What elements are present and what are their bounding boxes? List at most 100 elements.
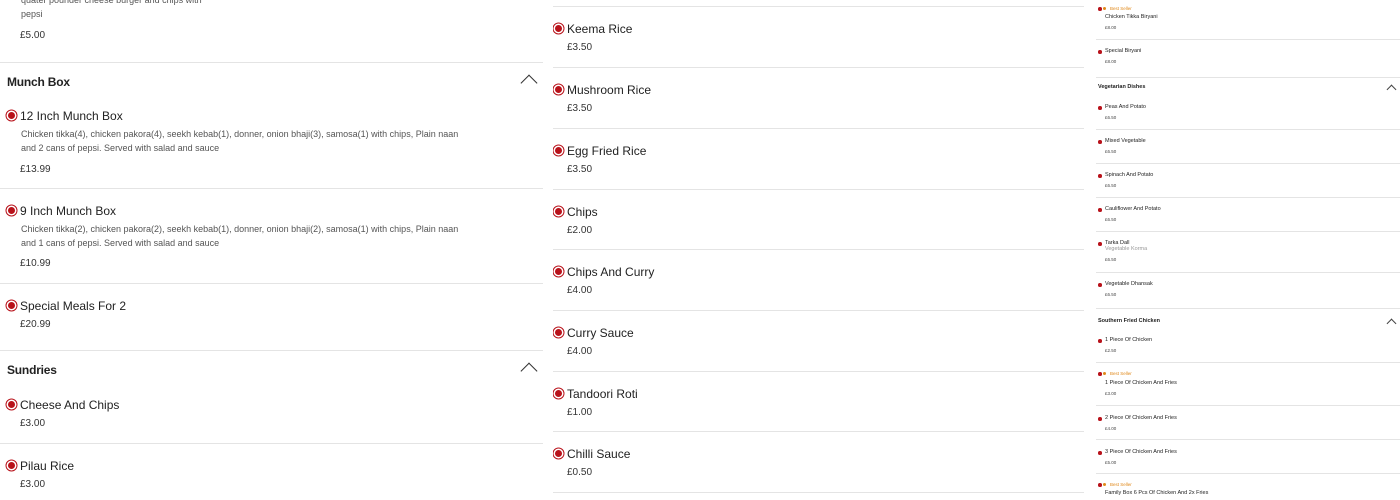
item-name: Chilli Sauce	[567, 447, 631, 461]
item-price: £6.50	[1105, 217, 1117, 222]
menu-item[interactable]: Chips And Curry £4.00	[553, 256, 1084, 310]
item-price: £2.00	[567, 225, 593, 236]
item-description: Chicken tikka(4), chicken pakora(4), see…	[21, 129, 459, 153]
menu-item[interactable]: Mushroom Rice £3.50	[553, 74, 1084, 128]
menu-item[interactable]: Tandoori Roti £1.00	[553, 378, 1084, 432]
item-price: £13.99	[20, 164, 51, 175]
chevron-up-icon[interactable]	[1386, 318, 1397, 329]
menu-item-top[interactable]: quater pounder cheese burger and chips w…	[0, 0, 543, 62]
divider	[553, 128, 1084, 129]
menu-item[interactable]: Pilau Rice £3.00	[0, 450, 543, 500]
menu-item[interactable]: Chips £2.00	[553, 196, 1084, 250]
divider	[553, 67, 1084, 68]
menu-item[interactable]: 9 Inch Munch Box Chicken tikka(2), chick…	[0, 195, 543, 283]
divider	[0, 188, 543, 189]
menu-item[interactable]: Best Seller Chicken Tikka Biryani £8.00	[1096, 3, 1400, 39]
item-name: Chips	[567, 205, 598, 219]
item-price: £6.50	[1105, 149, 1117, 154]
divider	[1096, 197, 1400, 198]
menu-item[interactable]: Egg Fried Rice £3.50	[553, 135, 1084, 189]
red-dot-icon	[555, 268, 562, 275]
menu-item[interactable]: Chilli Sauce £0.50	[553, 438, 1084, 492]
red-dot-icon	[8, 302, 15, 309]
best-seller-badge: Best Seller	[1110, 371, 1132, 376]
red-dot-icon	[1098, 339, 1102, 343]
category-header-munch-box[interactable]: Munch Box	[0, 63, 543, 99]
red-dot-icon	[1098, 283, 1102, 287]
best-seller-badge: Best Seller	[1110, 6, 1132, 11]
divider	[0, 283, 543, 284]
category-title: Sundries	[7, 363, 57, 377]
menu-item[interactable]: Vegetable Dhansak £6.50	[1096, 276, 1400, 306]
chevron-up-icon[interactable]	[520, 74, 538, 92]
divider	[553, 249, 1084, 250]
red-dot-icon	[1098, 174, 1102, 178]
category-header-vegetarian[interactable]: Vegetarian Dishes	[1096, 78, 1400, 98]
best-seller-badge: Best Seller	[1110, 482, 1132, 487]
menu-item[interactable]: Mixed Vegetable £6.50	[1096, 133, 1400, 163]
category-title: Munch Box	[7, 75, 70, 89]
item-price: £6.50	[1105, 115, 1117, 120]
menu-item[interactable]: Keema Rice £3.50	[553, 13, 1084, 67]
item-price: £2.50	[1105, 348, 1117, 353]
divider	[1096, 362, 1400, 363]
divider	[553, 6, 1084, 7]
menu-item[interactable]: 2 Piece Of Chicken And Fries £4.00	[1096, 411, 1400, 441]
item-name: Mixed Vegetable	[1105, 138, 1146, 144]
menu-column-right: Best Seller Chicken Tikka Biryani £8.00 …	[1096, 0, 1400, 500]
red-dot-icon	[1098, 242, 1102, 246]
item-price: £4.00	[567, 285, 593, 296]
menu-item[interactable]: Special Biryani £8.00	[1096, 45, 1400, 77]
chevron-up-icon[interactable]	[1386, 84, 1397, 95]
item-name: Cheese And Chips	[20, 398, 120, 412]
menu-item[interactable]: Cheese And Chips £3.00	[0, 389, 543, 443]
menu-item[interactable]: Tarka Dall Vegetable Korma £6.50	[1096, 235, 1400, 271]
red-dot-icon	[555, 329, 562, 336]
item-price: £6.50	[1105, 183, 1117, 188]
red-dot-icon	[8, 462, 15, 469]
item-name: Vegetable Dhansak	[1105, 281, 1153, 287]
item-description: quater pounder cheese burger and chips w…	[21, 0, 202, 19]
red-dot-icon	[1098, 483, 1102, 487]
item-price: £5.00	[1105, 460, 1117, 465]
item-name: Family Box 6 Pcs Of Chicken And 2x Fries	[1105, 490, 1209, 496]
divider	[0, 443, 543, 444]
red-dot-icon	[8, 207, 15, 214]
category-title: Southern Fried Chicken	[1098, 318, 1161, 324]
menu-item[interactable]: Peas And Potato £6.50	[1096, 99, 1400, 129]
item-price: £8.00	[1105, 59, 1117, 64]
item-price: £1.00	[567, 407, 593, 418]
menu-item[interactable]: Cauliflower And Potato £6.50	[1096, 201, 1400, 231]
red-dot-icon	[555, 450, 562, 457]
item-price: £4.00	[567, 346, 593, 357]
item-name: Chips And Curry	[567, 265, 655, 279]
red-dot-icon	[555, 25, 562, 32]
menu-column-middle: Keema Rice £3.50 Mushroom Rice £3.50 Egg…	[553, 0, 1084, 500]
divider	[1096, 129, 1400, 130]
menu-item[interactable]: Spinach And Potato £6.50	[1096, 167, 1400, 197]
menu-item[interactable]: 12 Inch Munch Box Chicken tikka(4), chic…	[0, 100, 543, 188]
item-price: £3.50	[567, 42, 593, 53]
red-dot-icon	[555, 390, 562, 397]
menu-item[interactable]: Curry Sauce £4.00	[553, 317, 1084, 371]
red-dot-icon	[1098, 106, 1102, 110]
menu-item[interactable]: Special Meals For 2 £20.99	[0, 290, 543, 350]
chevron-up-icon[interactable]	[520, 362, 538, 380]
menu-item[interactable]: 1 Piece Of Chicken £2.50	[1096, 333, 1400, 363]
item-name-overlap: Vegetable Korma	[1105, 246, 1148, 252]
menu-item[interactable]: 3 Piece Of Chicken And Fries £5.00	[1096, 445, 1400, 475]
menu-item[interactable]: Best Seller Family Box 6 Pcs Of Chicken …	[1096, 479, 1400, 500]
divider	[1096, 473, 1400, 474]
menu-item[interactable]: Best Seller 1 Piece Of Chicken And Fries…	[1096, 368, 1400, 406]
item-name: Cauliflower And Potato	[1105, 206, 1161, 212]
item-price: £10.99	[20, 258, 51, 269]
red-dot-icon	[8, 112, 15, 119]
red-dot-icon	[555, 208, 562, 215]
item-name: Special Biryani	[1105, 48, 1142, 54]
red-dot-icon	[8, 401, 15, 408]
divider	[553, 431, 1084, 432]
category-header-southern-fried-chicken[interactable]: Southern Fried Chicken	[1096, 310, 1400, 332]
category-header-sundries[interactable]: Sundries	[0, 351, 543, 387]
divider	[1096, 231, 1400, 232]
item-name: 3 Piece Of Chicken And Fries	[1105, 449, 1177, 455]
